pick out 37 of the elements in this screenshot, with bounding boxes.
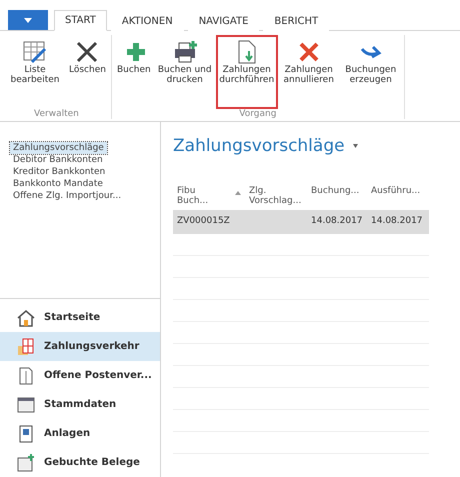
table-cell: 14.08.2017 [307,210,367,234]
nav-area-item[interactable]: Stammdaten [0,390,160,419]
document-plus-icon [16,452,36,472]
nav-link[interactable]: Offene Zlg. Importjour... [10,190,124,202]
application-menu-button[interactable] [8,10,48,30]
nav-link[interactable]: Bankkonto Mandate [10,178,106,190]
group-label: Vorgang [239,109,276,119]
table-pencil-icon [22,39,48,65]
table-cell: 14.08.2017 [367,210,429,234]
column-header[interactable]: Zlg. Vorschlag... [249,186,303,206]
column-header[interactable]: Fibu Buch... [177,186,211,206]
ribbon-button[interactable]: Zahlungen durchführen [216,35,278,109]
building-icon [16,336,36,356]
ribbon-button[interactable]: Buchen und drucken [154,35,216,109]
nav-area-item[interactable]: Offene Postenver... [0,361,160,390]
nav-area-item[interactable]: Zahlungsverkehr [0,332,160,361]
nav-link[interactable]: Kreditor Bankkonten [10,166,108,178]
ribbon-button[interactable]: Zahlungen annullieren [278,35,340,109]
table-cell: ZV000015Z [173,210,245,234]
ribbon-button[interactable]: Löschen [66,35,109,109]
ribbon-button[interactable]: Buchungen erzeugen [340,35,402,109]
nav-area-item[interactable]: Startseite [0,303,160,332]
column-header[interactable]: Ausführu... [371,186,420,196]
caret-icon [24,18,32,22]
caret-icon[interactable] [352,144,358,148]
nav-link[interactable]: Zahlungsvorschläge [10,142,107,154]
page-title: Zahlungsvorschläge [173,136,345,156]
nav-area-item[interactable]: Gebuchte Belege [0,448,160,477]
house-icon [16,308,36,328]
nav-area-item[interactable]: Anlagen [0,419,160,448]
column-header[interactable]: Buchung... [311,186,360,196]
nav-link[interactable]: Debitor Bankkonten [10,154,106,166]
ribbon-button[interactable]: Liste bearbeiten [4,35,66,109]
group-label: Verwalten [34,109,79,119]
ribbon-button[interactable]: Buchen [114,35,154,109]
ribbon-tab[interactable]: START [54,10,107,31]
window-icon [16,394,36,414]
